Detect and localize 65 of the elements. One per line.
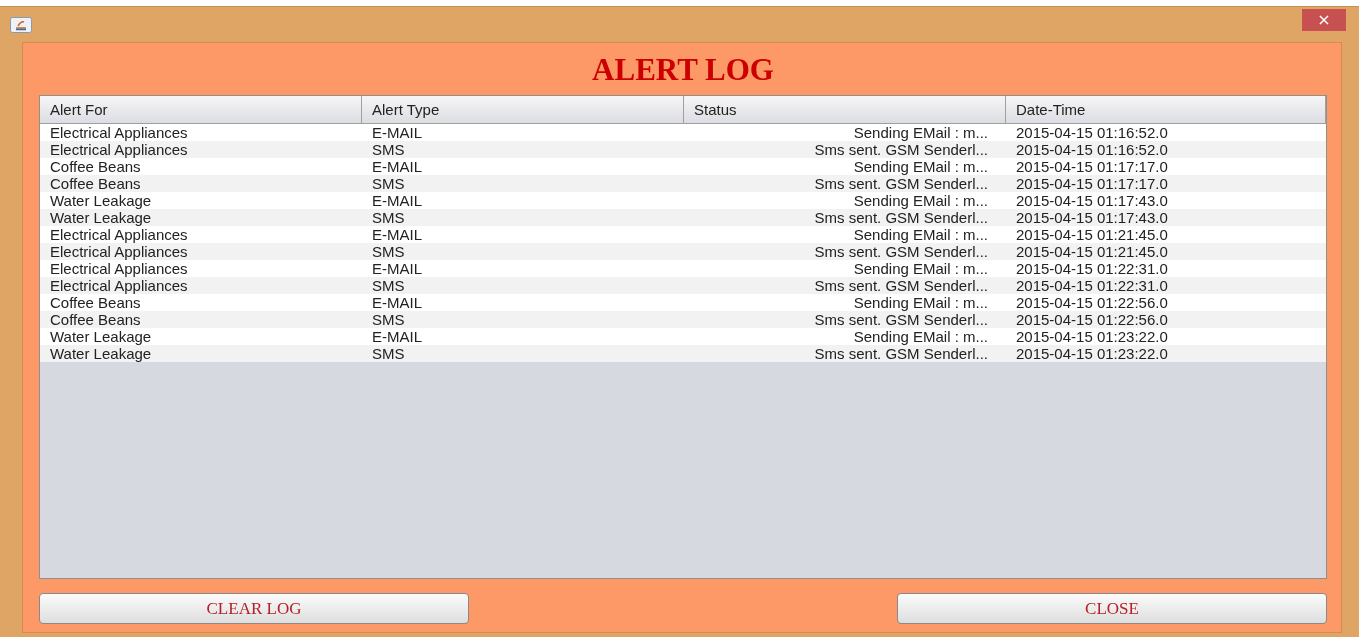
table-cell-text: 2015-04-15 01:21:45.0	[1015, 243, 1169, 260]
table-cell-text: 2015-04-15 01:22:31.0	[1015, 277, 1169, 294]
table-cell-text: 2015-04-15 01:17:43.0	[1015, 192, 1169, 209]
table-cell-text: Sending EMail : m...	[852, 260, 989, 277]
table-cell-text: Sms sent. GSM Senderl...	[813, 209, 989, 226]
table-cell-text: Electrical Appliances	[49, 243, 189, 260]
table-cell-text: Sms sent. GSM Senderl...	[813, 345, 989, 362]
table-cell-text: 2015-04-15 01:17:17.0	[1015, 158, 1169, 175]
table-cell-text: Sms sent. GSM Senderl...	[813, 175, 989, 192]
table-cell-text: 2015-04-15 01:17:43.0	[1015, 209, 1169, 226]
table-cell-text: Sending EMail : m...	[852, 124, 989, 141]
table-cell-text: Sending EMail : m...	[852, 192, 989, 209]
table-cell-text: Sending EMail : m...	[852, 294, 989, 311]
table-cell-text: Water Leakage	[49, 192, 153, 209]
action-button[interactable]: CLOSE	[897, 593, 1327, 624]
table-cell-text: 2015-04-15 01:22:31.0	[1015, 260, 1169, 277]
table-cell-text: Sms sent. GSM Senderl...	[813, 277, 989, 294]
column-header[interactable]: Alert Type	[362, 96, 684, 123]
table-cell-text: SMS	[371, 345, 406, 362]
table-cell-text: Coffee Beans	[49, 158, 142, 175]
table-cell-text: Sending EMail : m...	[852, 226, 989, 243]
table-cell-text: Sms sent. GSM Senderl...	[813, 311, 989, 328]
window-heading: ALERT LOG	[591, 51, 775, 89]
table-cell-text: SMS	[371, 141, 406, 158]
table-cell-text: 2015-04-15 01:17:17.0	[1015, 175, 1169, 192]
table-cell-text: 2015-04-15 01:22:56.0	[1015, 311, 1169, 328]
column-header[interactable]: Status	[684, 96, 1006, 123]
table-cell-text: E-MAIL	[371, 124, 423, 141]
table-cell-text: Electrical Appliances	[49, 124, 189, 141]
table-cell-text: SMS	[371, 175, 406, 192]
table-cell-text: E-MAIL	[371, 192, 423, 209]
table-cell-text: Water Leakage	[49, 328, 153, 345]
table-cell-text: Electrical Appliances	[49, 226, 189, 243]
table-cell-text: Electrical Appliances	[49, 141, 189, 158]
table-cell-text: Coffee Beans	[49, 294, 142, 311]
close-icon[interactable]: ×	[1302, 8, 1346, 31]
table-cell-text: Coffee Beans	[49, 175, 142, 192]
table-cell-text: Coffee Beans	[49, 311, 142, 328]
table-cell-text: Water Leakage	[49, 345, 153, 362]
app-icon	[10, 16, 32, 33]
table-cell-text: SMS	[371, 311, 406, 328]
table-cell-text: Sending EMail : m...	[852, 328, 989, 345]
column-header[interactable]: Date-Time	[1006, 96, 1326, 123]
table-cell-text: E-MAIL	[371, 260, 423, 277]
table-cell-text: E-MAIL	[371, 158, 423, 175]
table-cell-text: Electrical Appliances	[49, 260, 189, 277]
table-cell-text: SMS	[371, 243, 406, 260]
column-header[interactable]: Alert For	[40, 96, 362, 123]
table-cell-text: Sending EMail : m...	[852, 158, 989, 175]
table-cell-text: E-MAIL	[371, 294, 423, 311]
table-cell-text: 2015-04-15 01:16:52.0	[1015, 124, 1169, 141]
table-cell-text: 2015-04-15 01:23:22.0	[1015, 328, 1169, 345]
table-cell-text: Sms sent. GSM Senderl...	[813, 141, 989, 158]
table-cell-text: Sms sent. GSM Senderl...	[813, 243, 989, 260]
table-cell-text: SMS	[371, 277, 406, 294]
table-cell-text: Electrical Appliances	[49, 277, 189, 294]
table-cell-text: SMS	[371, 209, 406, 226]
table-cell-text: E-MAIL	[371, 328, 423, 345]
table-cell-text: E-MAIL	[371, 226, 423, 243]
action-button[interactable]: CLEAR LOG	[39, 593, 469, 624]
table-cell-text: 2015-04-15 01:21:45.0	[1015, 226, 1169, 243]
table-cell-text: 2015-04-15 01:22:56.0	[1015, 294, 1169, 311]
table-cell-text: 2015-04-15 01:16:52.0	[1015, 141, 1169, 158]
table-cell-text: Water Leakage	[49, 209, 153, 226]
table-cell-text: 2015-04-15 01:23:22.0	[1015, 345, 1169, 362]
